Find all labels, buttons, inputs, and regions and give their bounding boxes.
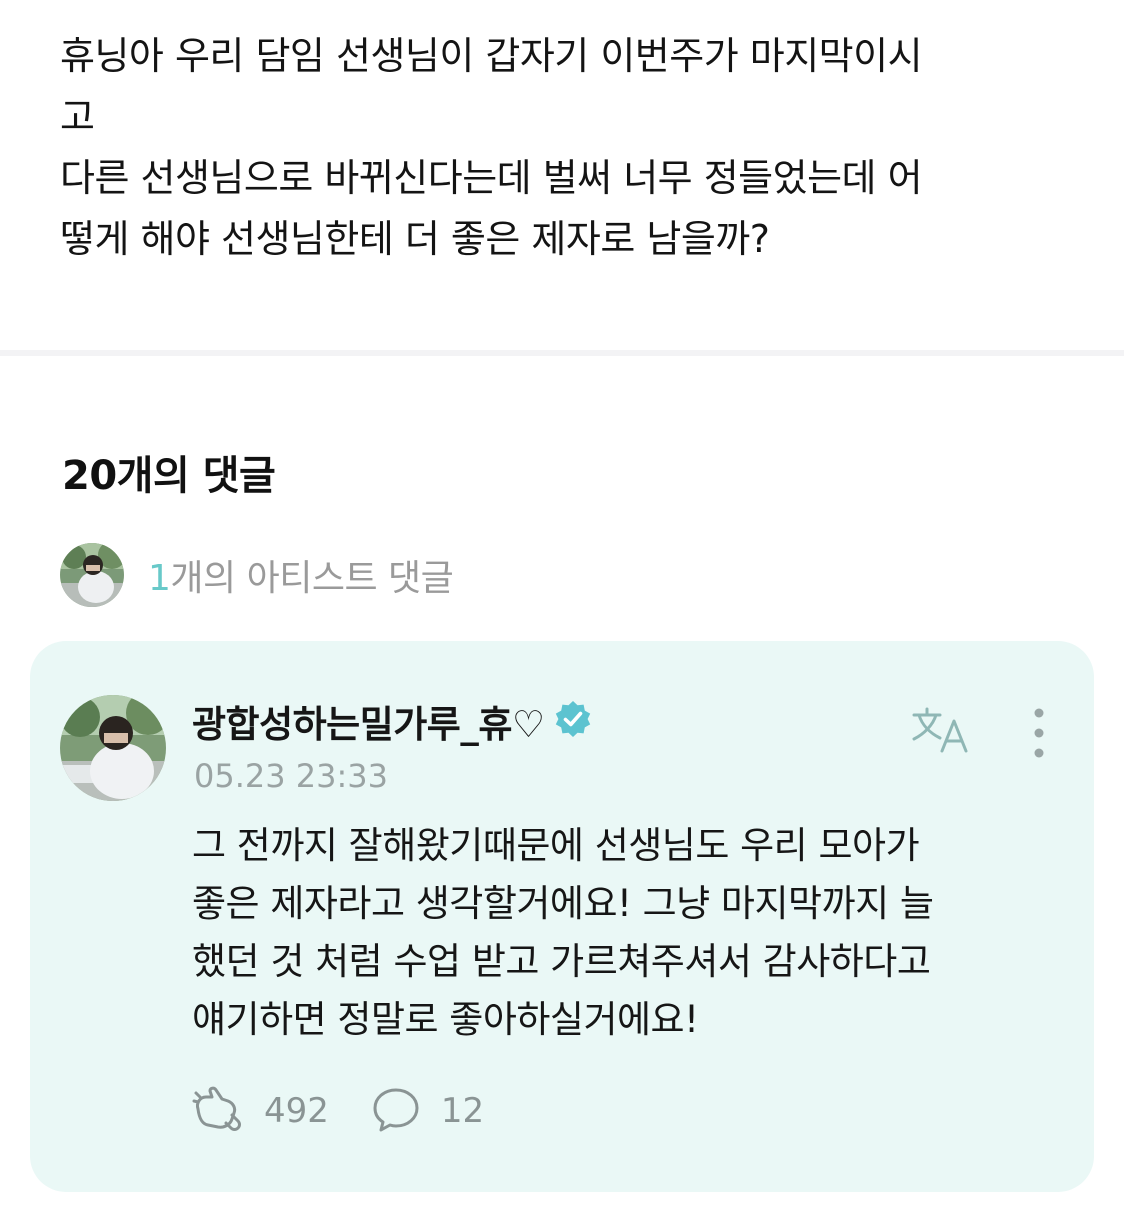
reply-bubble-icon bbox=[369, 1085, 423, 1137]
post-line: 다른 선생님으로 바뀌신다는데 벌써 너무 정들었는데 어 bbox=[60, 156, 923, 200]
reply-button[interactable]: 12 bbox=[369, 1085, 484, 1137]
like-button[interactable]: 492 bbox=[192, 1085, 329, 1137]
author-avatar[interactable] bbox=[60, 695, 166, 801]
comment-line: 좋은 제자라고 생각할거에요! 그냥 마지막까지 늘 bbox=[192, 882, 934, 925]
comment-line: 했던 것 처럼 수업 받고 가르쳐주셔서 감사하다고 bbox=[192, 940, 931, 983]
more-vertical-icon[interactable] bbox=[1026, 707, 1052, 759]
comment-body: 그 전까지 잘해왔기때문에 선생님도 우리 모아가 좋은 제자라고 생각할거에요… bbox=[192, 817, 1072, 1049]
author-row: 광합성하는밀가루_휴♡ bbox=[192, 693, 593, 749]
comment-line: 얘기하면 정말로 좋아하실거에요! bbox=[192, 998, 699, 1041]
post-line: 고 bbox=[60, 95, 95, 139]
artist-comments-label: 1개의 아티스트 댓글 bbox=[148, 549, 454, 601]
artist-avatar bbox=[60, 543, 124, 607]
reply-count: 12 bbox=[440, 1091, 485, 1131]
artist-comment-count: 1 bbox=[148, 558, 171, 599]
artist-comments-link[interactable]: 1개의 아티스트 댓글 bbox=[60, 543, 454, 607]
translate-icon[interactable] bbox=[910, 705, 974, 757]
post-line: 휴닝아 우리 담임 선생님이 갑자기 이번주가 마지막이시 bbox=[60, 34, 923, 78]
artist-comment-card: 광합성하는밀가루_휴♡ 05.23 23:33 그 전까지 잘해왔기때문에 선생… bbox=[30, 641, 1094, 1192]
comment-line: 그 전까지 잘해왔기때문에 선생님도 우리 모아가 bbox=[192, 824, 920, 867]
post-line: 떻게 해야 선생님한테 더 좋은 제자로 남을까? bbox=[60, 217, 770, 261]
artist-comment-label-text: 개의 아티스트 댓글 bbox=[170, 558, 454, 599]
section-divider bbox=[0, 350, 1124, 356]
like-hand-icon bbox=[192, 1085, 246, 1137]
author-name[interactable]: 광합성하는밀가루_휴♡ bbox=[192, 694, 545, 748]
post-body: 휴닝아 우리 담임 선생님이 갑자기 이번주가 마지막이시 고 다른 선생님으로… bbox=[60, 26, 1050, 270]
comment-timestamp: 05.23 23:33 bbox=[194, 757, 388, 795]
comments-count-title: 20개의 댓글 bbox=[62, 453, 276, 499]
post-page: 휴닝아 우리 담임 선생님이 갑자기 이번주가 마지막이시 고 다른 선생님으로… bbox=[0, 0, 1124, 1216]
comment-actions: 492 12 bbox=[192, 1085, 484, 1137]
verified-check-icon bbox=[545, 699, 593, 743]
like-count: 492 bbox=[264, 1091, 329, 1131]
